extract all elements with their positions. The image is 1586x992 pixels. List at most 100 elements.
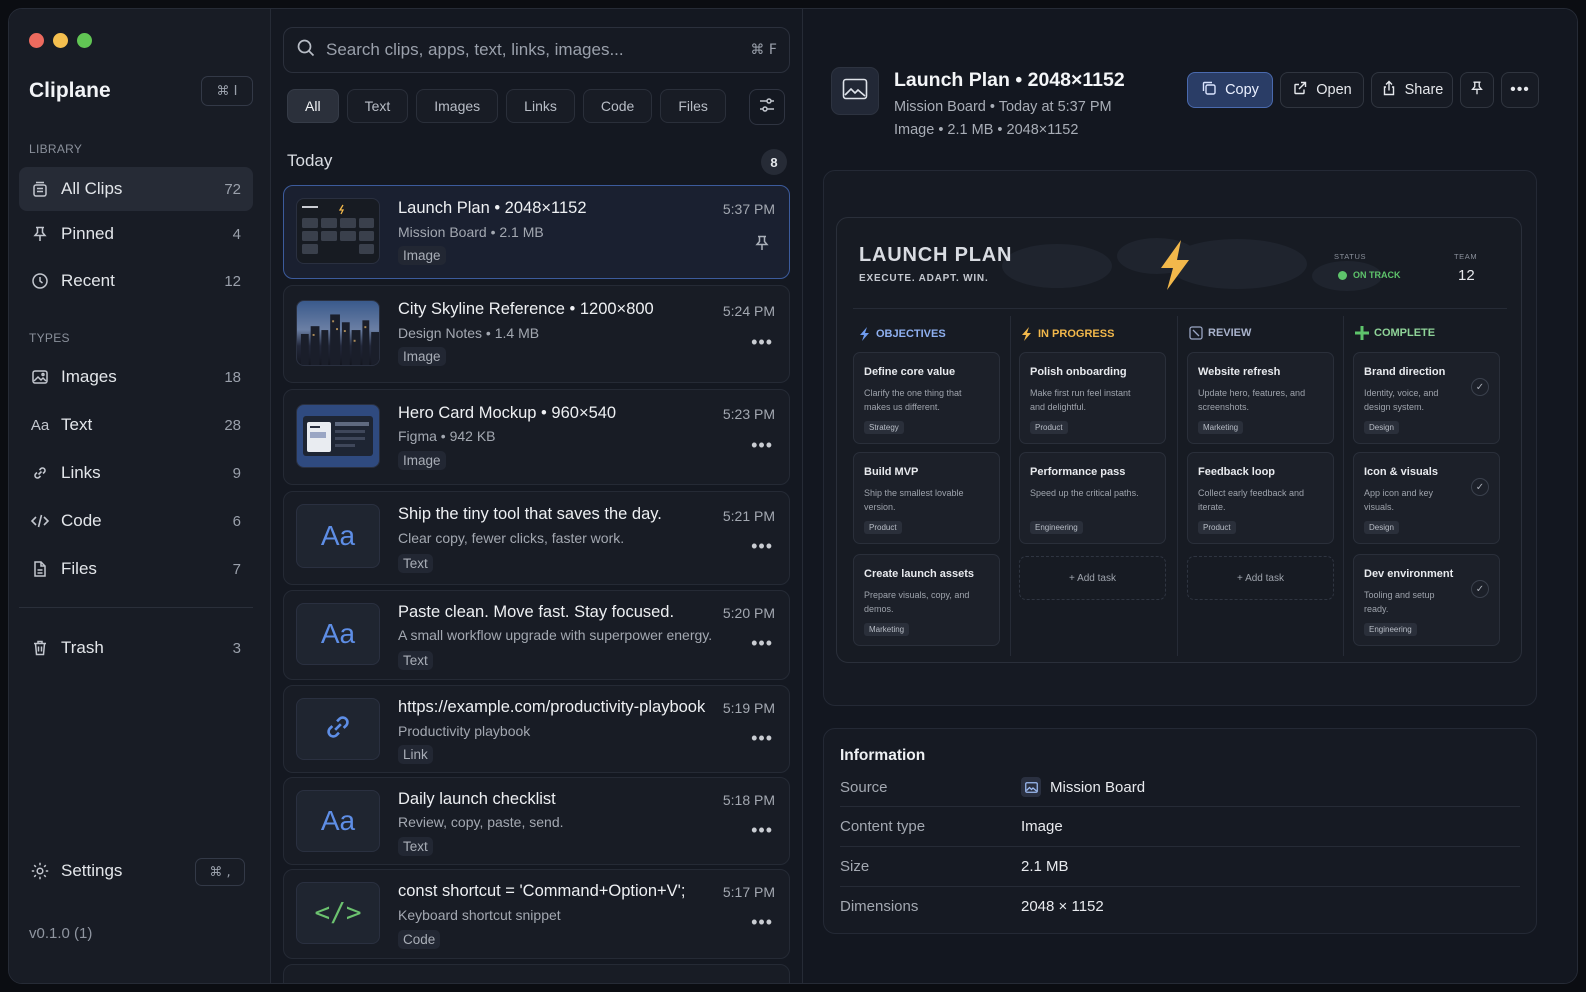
text-icon: Aa	[296, 504, 380, 568]
clip-item[interactable]: Hero Card Mockup • 960×540 Figma • 942 K…	[283, 389, 790, 485]
clip-title: Launch Plan • 2048×1152	[398, 199, 587, 217]
library-section-label: LIBRARY	[29, 142, 83, 156]
filter-options-button[interactable]	[749, 89, 785, 125]
source-value: Mission Board	[1050, 778, 1146, 796]
sidebar-item-trash[interactable]: Trash 3	[19, 626, 253, 670]
detail-panel: Launch Plan • 2048×1152 Mission Board • …	[803, 9, 1577, 983]
clip-time: 5:37 PM	[722, 201, 775, 217]
search-bar[interactable]: Search clips, apps, text, links, images.…	[283, 27, 790, 73]
more-options-button[interactable]: •••	[1501, 72, 1539, 108]
clip-type-badge: Code	[398, 930, 441, 949]
team-value: 12	[1458, 267, 1475, 284]
pin-icon[interactable]	[753, 234, 771, 257]
more-options-icon[interactable]: •••	[751, 633, 773, 654]
sidebar-item-label: Text	[61, 415, 93, 434]
sidebar-item-count: 7	[232, 560, 241, 578]
filter-links[interactable]: Links	[506, 89, 575, 123]
trash-icon	[29, 637, 51, 659]
sidebar-item-label: Code	[61, 511, 102, 530]
zoom-window-button[interactable]	[77, 33, 92, 48]
sidebar-item-pinned[interactable]: Pinned 4	[19, 212, 253, 256]
filter-code[interactable]: Code	[582, 89, 653, 123]
more-options-icon[interactable]: •••	[751, 435, 773, 456]
sidebar-item-text[interactable]: Aa Text 28	[19, 403, 253, 447]
clip-subtitle: A small workflow upgrade with superpower…	[398, 627, 713, 643]
sidebar-item-recent[interactable]: Recent 12	[19, 259, 253, 303]
search-shortcut: ⌘ F	[750, 42, 777, 58]
filter-images[interactable]: Images	[416, 89, 499, 123]
filter-text[interactable]: Text	[346, 89, 409, 123]
clip-subtitle: Review, copy, paste, send.	[398, 814, 564, 830]
sidebar-item-label: Files	[61, 559, 97, 578]
clip-time: 5:18 PM	[722, 792, 775, 808]
share-button[interactable]: Share	[1371, 72, 1453, 108]
info-key: Source	[840, 778, 888, 796]
copy-button[interactable]: Copy	[1187, 72, 1273, 108]
sidebar-item-all-clips[interactable]: All Clips 72	[19, 167, 253, 211]
stack-icon	[29, 178, 51, 200]
filter-chips: All Text Images Links Code Files	[287, 89, 726, 123]
clip-item[interactable]: https://example.com/productivity-playboo…	[283, 685, 790, 773]
more-options-icon[interactable]: •••	[751, 332, 773, 353]
clip-item[interactable]: Launch Plan • 2048×1152 Mission Board • …	[283, 185, 790, 279]
group-count-badge: 8	[761, 149, 787, 175]
info-row-content-type: Content type Image	[840, 806, 1520, 846]
more-options-icon[interactable]: •••	[751, 820, 773, 841]
clip-item[interactable]: Aa Daily launch checklist Review, copy, …	[283, 777, 790, 865]
more-options-icon: •••	[1510, 81, 1530, 98]
info-value: Mission Board	[1021, 777, 1145, 797]
review-icon	[1189, 326, 1203, 340]
clip-item[interactable]: Aa Paste clean. Move fast. Stay focused.…	[283, 590, 790, 680]
column-header-objectives: OBJECTIVES	[859, 326, 946, 342]
sidebar-item-count: 28	[224, 416, 241, 434]
info-key: Size	[840, 858, 870, 875]
text-icon: Aa	[30, 416, 50, 434]
task-card: Feedback loop Collect early feedback and …	[1187, 452, 1334, 544]
sidebar-toggle-shortcut[interactable]: ⌘ I	[201, 76, 253, 106]
sidebar-item-files[interactable]: Files 7	[19, 547, 253, 591]
info-key: Dimensions	[840, 898, 919, 915]
sidebar-item-label: Trash	[61, 638, 104, 657]
task-card: Brand direction Identity, voice, and desi…	[1353, 352, 1500, 444]
clip-time: 5:17 PM	[722, 884, 775, 900]
check-icon: ✓	[1471, 580, 1489, 598]
lightning-icon	[1022, 327, 1031, 341]
info-value: Image	[1021, 818, 1063, 835]
lightning-icon	[1161, 240, 1189, 290]
sidebar-item-images[interactable]: Images 18	[19, 355, 253, 399]
search-input[interactable]: Search clips, apps, text, links, images.…	[326, 40, 750, 60]
sidebar-item-links[interactable]: Links 9	[19, 451, 253, 495]
sidebar-item-code[interactable]: Code 6	[19, 499, 253, 543]
task-card: Build MVP Ship the smallest lovable versi…	[853, 452, 1000, 544]
task-card: Create launch assets Prepare visuals, cop…	[853, 554, 1000, 646]
info-value: 2.1 MB	[1021, 858, 1069, 875]
clip-item[interactable]: Aa Ship the tiny tool that saves the day…	[283, 491, 790, 585]
version-label: v0.1.0 (1)	[29, 925, 93, 942]
pin-button[interactable]	[1460, 72, 1494, 108]
more-options-icon[interactable]: •••	[751, 912, 773, 933]
column-header-review: REVIEW	[1189, 326, 1251, 340]
external-link-icon	[1292, 80, 1308, 100]
info-row-dimensions: Dimensions 2048 × 1152	[840, 886, 1520, 926]
clip-time: 5:24 PM	[722, 303, 775, 319]
clip-title: City Skyline Reference • 1200×800	[398, 300, 654, 318]
filter-files[interactable]: Files	[660, 89, 726, 123]
app-window: Cliplane ⌘ I LIBRARY All Clips 72 Pinned…	[8, 8, 1578, 984]
filter-all[interactable]: All	[287, 89, 339, 123]
close-window-button[interactable]	[29, 33, 44, 48]
clip-time: 5:21 PM	[722, 508, 775, 524]
clip-item[interactable]: City Skyline Reference • 1200×800 Design…	[283, 285, 790, 383]
task-card: Polish onboarding Make first run feel ins…	[1019, 352, 1166, 444]
sidebar-item-label: Recent	[61, 271, 115, 290]
clip-item[interactable]: </> const shortcut = 'Command+Option+V';…	[283, 869, 790, 959]
open-button[interactable]: Open	[1280, 72, 1364, 108]
preview-image: LAUNCH PLAN EXECUTE. ADAPT. WIN. STATUS …	[836, 217, 1522, 663]
clip-item-partial[interactable]	[283, 964, 790, 983]
detail-thumbnail	[831, 67, 879, 115]
clip-type-badge: Link	[398, 745, 433, 764]
task-card: Performance pass Speed up the critical pa…	[1019, 452, 1166, 544]
more-options-icon[interactable]: •••	[751, 536, 773, 557]
more-options-icon[interactable]: •••	[751, 728, 773, 749]
sparkle-icon	[1355, 326, 1369, 340]
minimize-window-button[interactable]	[53, 33, 68, 48]
